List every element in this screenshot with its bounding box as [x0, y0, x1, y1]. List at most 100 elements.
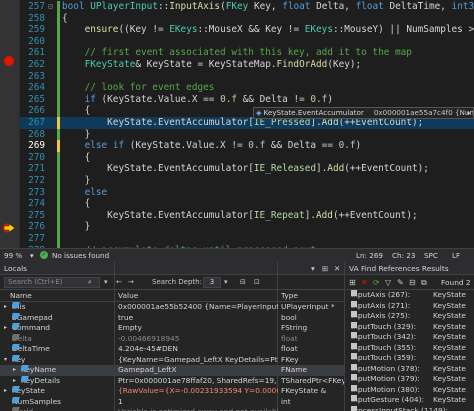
datatip-popup[interactable]: ◈ KeyState.EventAccumulator 0x000001ae55a7… [253, 107, 474, 119]
issues-status[interactable]: No issues found [52, 249, 109, 262]
search-icon[interactable]: ⌕ [88, 277, 92, 288]
whitespace-mode[interactable]: SPC [424, 249, 438, 262]
code-text: { [62, 198, 91, 210]
variable-value[interactable]: -0.00466918945 [118, 334, 278, 345]
code-line[interactable]: 263 [20, 70, 474, 83]
reference-result-row[interactable]: InputTouch (342): KeyState [345, 332, 474, 343]
reference-result-row[interactable]: InputMotion (379): KeyState [345, 374, 474, 385]
locals-row[interactable]: ▸ this 0x000001ae55b52400 {Name=PlayerInpu… [0, 302, 344, 313]
fold-icon[interactable]: ⊟ [48, 1, 57, 13]
collapse-icon[interactable]: ▾ [4, 355, 7, 366]
locals-close-icon[interactable]: ✕ [334, 262, 340, 275]
search-previous-icon[interactable]: ← [116, 277, 122, 288]
locals-row[interactable]: DeltaTime 4.204e-45#DEN float [0, 344, 344, 355]
reference-location: InputTouch (355): [351, 342, 416, 354]
reference-location: ProcessInputStack (1149): [351, 405, 448, 411]
code-line[interactable]: 271 KeyState.EventAccumulator[IE_Release… [20, 163, 474, 175]
zoom-level[interactable]: 99 % [4, 249, 22, 262]
locals-dropdown-icon[interactable]: ▾ [311, 262, 315, 275]
expand-icon[interactable]: ▸ [4, 323, 7, 334]
variable-value[interactable]: 1 [118, 397, 278, 408]
line-ending[interactable]: LF [452, 249, 460, 262]
reference-result-row[interactable]: InputTouch (329): KeyState [345, 321, 474, 333]
variable-value[interactable]: Ptr=0x000001ae78ffaf20, SharedRefs=19, W… [118, 376, 278, 387]
breakpoint-icon[interactable] [4, 56, 14, 66]
stop-icon[interactable]: ✕ [361, 277, 368, 288]
code-line[interactable]: 276 } [20, 221, 474, 233]
find-references-icon[interactable]: ⊞ [349, 277, 356, 288]
code-line[interactable]: 257 ⊟ bool UPlayerInput::InputAxis(FKey Ke… [20, 1, 474, 13]
search-depth-select[interactable]: 3 [203, 277, 221, 288]
locals-row[interactable]: World Variable is optimized away and not … [0, 407, 344, 411]
code-line[interactable]: 262 FKeyState& KeyState = KeyStateMap.Fi… [20, 59, 474, 71]
locals-row[interactable]: ▾ Key {KeyName=Gamepad_LeftX KeyDetails=Pt… [0, 354, 344, 366]
reference-result-row[interactable]: InputAxis (271): KeyState [345, 300, 474, 312]
expand-icon[interactable]: ▸ [4, 386, 7, 397]
reference-result-row[interactable]: InputTouch (359): KeyState [345, 353, 474, 364]
code-line[interactable]: 265 if (KeyState.Value.X == 0.f && Delta… [20, 93, 474, 106]
reference-context: KeyState [433, 374, 466, 383]
code-line[interactable]: 261 // first event associated with this … [20, 47, 474, 59]
locals-row[interactable]: Delta -0.00466918945 float [0, 333, 344, 345]
expand-icon[interactable]: ▸ [13, 365, 16, 376]
locals-search-input[interactable]: Search (Ctrl+E) [4, 277, 100, 288]
variable-type: int [281, 396, 291, 406]
reference-result-row[interactable]: ProcessInputStack (1149): [345, 405, 474, 411]
locals-row[interactable]: ▸ KeyName Gamepad_LeftX FName [0, 365, 344, 376]
change-marker [57, 175, 60, 187]
code-line[interactable]: 277 [20, 233, 474, 245]
code-line[interactable]: 272 } [20, 175, 474, 187]
reference-result-row[interactable]: InputGesture (404): KeyState [345, 395, 474, 406]
change-marker [57, 93, 60, 106]
reference-result-row[interactable]: InputMotion (378): KeyState [345, 363, 474, 375]
code-line[interactable]: 274 { [20, 198, 474, 210]
highlight-icon[interactable]: ✎ [397, 277, 404, 288]
variable-value[interactable]: Empty [118, 323, 278, 334]
clone-icon[interactable]: ⧉ [421, 277, 427, 288]
code-line[interactable]: 260 [20, 35, 474, 48]
locals-pin-icon[interactable]: ⊞ [322, 262, 328, 275]
variable-value[interactable]: {KeyName=Gamepad_LeftX KeyDetails=Ptr=0x… [118, 355, 278, 366]
variable-value[interactable]: Gamepad_LeftX [118, 365, 278, 376]
reference-result-row[interactable]: InputAxis (267): KeyState [345, 290, 474, 301]
code-line[interactable]: 273 else [20, 186, 474, 199]
refresh-icon[interactable]: ⟳ [373, 277, 380, 288]
locals-row[interactable]: bGamepad true bool [0, 312, 344, 324]
search-options-icon[interactable]: ▾ [104, 277, 108, 288]
variable-value[interactable]: {RawValue={X=-0.00231933594 Y=0.00000000… [118, 386, 278, 397]
code-line[interactable]: 264 // look for event edges [20, 82, 474, 94]
locals-row[interactable]: NumSamples 1 int [0, 396, 344, 408]
code-line[interactable]: 270 { [20, 151, 474, 164]
collapse-icon[interactable]: ⊟ [409, 277, 416, 288]
expand-icon[interactable]: ▸ [4, 302, 7, 313]
code-line[interactable]: 269 else if (KeyState.Value.X != 0.f && … [20, 140, 474, 152]
column-value[interactable]: Value [118, 290, 138, 302]
breakpoint-gutter[interactable] [0, 0, 20, 248]
code-editor[interactable]: 257 ⊟ bool UPlayerInput::InputAxis(FKey Ke… [0, 0, 474, 248]
search-depth-dropdown-icon[interactable]: ▾ [224, 277, 228, 288]
search-next-icon[interactable]: → [128, 277, 134, 288]
variable-value[interactable]: 0x000001ae55b52400 {Name=PlayerInput_0} [118, 302, 278, 313]
variable-value[interactable]: true [118, 313, 278, 324]
reference-location: InputTouch (342): [351, 332, 416, 343]
zoom-dropdown-icon[interactable]: ▾ [30, 249, 34, 262]
reference-result-row[interactable]: InputAxis (275): KeyState [345, 311, 474, 322]
code-line[interactable]: 258 { [20, 12, 474, 25]
reference-result-row[interactable]: InputMotion (380): KeyState [345, 384, 474, 396]
variable-value[interactable]: Variable is optimized away and not avail… [118, 407, 278, 411]
filter-icon[interactable]: ▽ [385, 277, 391, 288]
datatip-expand-icon[interactable]: ▸ [467, 108, 471, 118]
expand-icon[interactable]: ▸ [13, 376, 16, 387]
locals-row[interactable]: ▸ Command Empty FString [0, 323, 344, 334]
locals-row[interactable]: ▸ KeyDetails Ptr=0x000001ae78ffaf20, Share… [0, 375, 344, 387]
code-line[interactable]: 275 KeyState.EventAccumulator[IE_Repeat]… [20, 209, 474, 222]
column-name[interactable]: Name [10, 290, 32, 302]
view-toggle-icon[interactable]: ⊡ [254, 277, 260, 288]
locals-row[interactable]: ▸ KeyState {RawValue={X=-0.00231933594 Y=0… [0, 386, 344, 397]
variable-value[interactable]: 4.204e-45#DEN [118, 344, 278, 355]
code-line[interactable]: 259 ensure((Key != EKeys::MouseX && Key … [20, 24, 474, 36]
column-type[interactable]: Type [281, 290, 298, 302]
pin-icon[interactable]: ⊟ [240, 277, 246, 288]
code-line[interactable]: 268 } [20, 128, 474, 141]
reference-result-row[interactable]: InputTouch (355): KeyState [345, 342, 474, 354]
